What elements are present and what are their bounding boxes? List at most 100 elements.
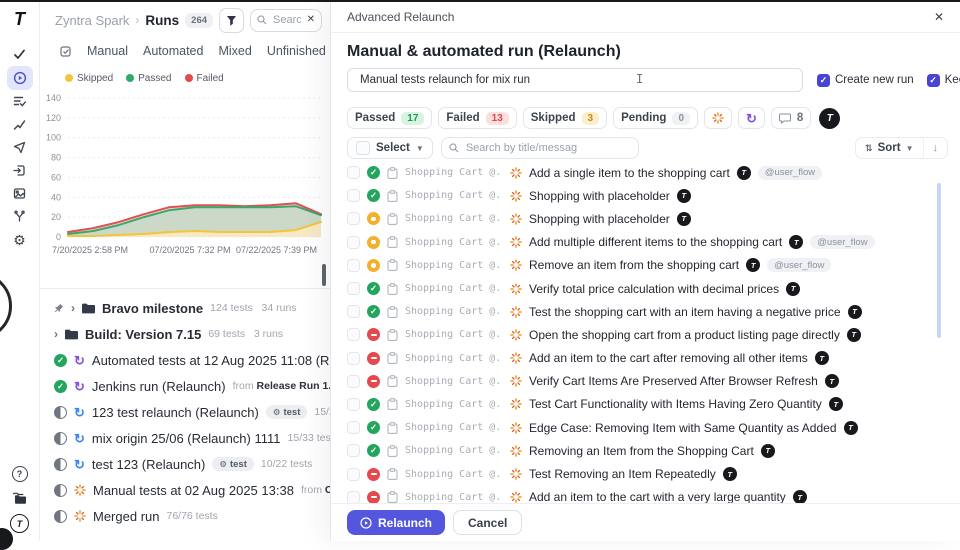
run-title[interactable]: test 123 (Relaunch)	[92, 457, 205, 472]
relaunch-type-chip[interactable]: ↻	[738, 107, 765, 129]
test-row[interactable]: Shopping Cart @... Remove an item from t…	[347, 254, 948, 277]
comments-chip[interactable]: 8	[771, 107, 811, 129]
app-logo[interactable]: T	[14, 9, 25, 31]
run-list-item[interactable]: ↻ test 123 (Relaunch) ⚙test 10/22 tests	[40, 451, 330, 477]
test-row[interactable]: Shopping Cart @... Test Removing an Item…	[347, 462, 948, 485]
test-title[interactable]: Open the shopping cart from a product li…	[529, 328, 840, 342]
test-row[interactable]: Shopping Cart @... Add an item to the ca…	[347, 486, 948, 503]
filter-chip-pending[interactable]: Pending0	[613, 107, 698, 129]
manual-type-chip[interactable]	[704, 107, 732, 129]
test-checkbox[interactable]	[347, 189, 360, 202]
run-list-item[interactable]: ↻ Automated tests at 12 Aug 2025 11:08 (…	[40, 347, 330, 373]
chevron-right-icon[interactable]: ›	[71, 301, 75, 315]
run-title[interactable]: Jenkins run (Relaunch)	[92, 379, 226, 394]
checkbox-checked-icon[interactable]	[927, 74, 940, 87]
test-title[interactable]: Add an item to the cart with a very larg…	[529, 490, 786, 503]
run-title[interactable]: Manual tests at 02 Aug 2025 13:38	[93, 483, 294, 498]
help-icon[interactable]: ?	[7, 462, 33, 485]
run-list-item[interactable]: ↻ mix origin 25/06 (Relaunch) 1111 15/33…	[40, 425, 330, 451]
sort-direction-button[interactable]: ↓	[924, 142, 948, 154]
assignee-avatar[interactable]: T	[819, 108, 840, 129]
test-title[interactable]: Add a single item to the shopping cart	[529, 166, 730, 180]
run-title[interactable]: 123 test relaunch (Relaunch)	[92, 405, 259, 420]
sort-dropdown[interactable]: ⇅ Sort ▼	[856, 138, 923, 158]
test-row[interactable]: Shopping Cart @... Removing an Item from…	[347, 439, 948, 462]
close-icon[interactable]: ✕	[934, 10, 944, 24]
test-title[interactable]: Shopping with placeholder	[529, 212, 670, 226]
test-row[interactable]: Shopping Cart @... Shopping with placeho…	[347, 184, 948, 207]
test-tag-badge[interactable]: @user_flow	[767, 258, 831, 272]
breadcrumb-project[interactable]: Zyntra Spark	[55, 13, 129, 28]
select-dropdown[interactable]: Select ▼	[347, 137, 433, 159]
run-list-item[interactable]: Manual tests at 02 Aug 2025 13:38 from C…	[40, 477, 330, 503]
tests-search[interactable]	[441, 137, 639, 159]
test-row[interactable]: Shopping Cart @... Test Cart Functionali…	[347, 393, 948, 416]
branch-icon[interactable]	[7, 205, 33, 228]
panel-search-input[interactable]	[271, 13, 303, 27]
run-title[interactable]: Build: Version 7.15	[85, 327, 201, 342]
test-title[interactable]: Removing an Item from the Shopping Cart	[529, 444, 754, 458]
list-check-icon[interactable]	[7, 90, 33, 113]
test-row[interactable]: Shopping Cart @... Verify total price ca…	[347, 277, 948, 300]
test-title[interactable]: Test Cart Functionality with Items Havin…	[529, 397, 822, 411]
panel-search[interactable]: ✕	[250, 9, 322, 32]
test-row[interactable]: Shopping Cart @... Edge Case: Removing I…	[347, 416, 948, 439]
test-checkbox[interactable]	[347, 259, 360, 272]
test-checkbox[interactable]	[347, 444, 360, 457]
paper-plane-icon[interactable]	[7, 136, 33, 159]
test-checkbox[interactable]	[347, 282, 360, 295]
tab-manual[interactable]: Manual	[87, 44, 128, 58]
relaunch-button[interactable]: Relaunch	[347, 510, 445, 535]
test-row[interactable]: Shopping Cart @... Verify Cart Items Are…	[347, 370, 948, 393]
test-row[interactable]: Shopping Cart @... Add multiple differen…	[347, 231, 948, 254]
checkbox-empty-icon[interactable]	[356, 141, 370, 155]
test-tag-badge[interactable]: @user_flow	[758, 166, 822, 180]
keep-values-option[interactable]: Keep values ?	[927, 73, 960, 87]
filter-chip-passed[interactable]: Passed17	[347, 107, 432, 129]
runs-play-icon[interactable]	[7, 66, 33, 90]
run-name-input[interactable]	[358, 73, 792, 87]
test-checkbox[interactable]	[347, 236, 360, 249]
run-list-item[interactable]: › Build: Version 7.15 69 tests 3 runs	[40, 321, 330, 347]
run-list-item[interactable]: ↻ Jenkins run (Relaunch) from Release Ru…	[40, 373, 330, 399]
edit-checkbox-icon[interactable]	[60, 45, 72, 57]
test-title[interactable]: Verify total price calculation with deci…	[529, 282, 779, 296]
gear-icon[interactable]: ⚙	[7, 228, 33, 251]
clear-search-icon[interactable]: ✕	[307, 15, 315, 25]
modal-scrollbar[interactable]	[937, 183, 941, 338]
filter-button[interactable]	[219, 8, 244, 33]
test-checkbox[interactable]	[347, 352, 360, 365]
test-checkbox[interactable]	[347, 166, 360, 179]
test-title[interactable]: Test Removing an Item Repeatedly	[529, 467, 716, 481]
run-title[interactable]: mix origin 25/06 (Relaunch) 1111	[92, 431, 281, 446]
chevron-right-icon[interactable]: ›	[54, 327, 58, 341]
run-title[interactable]: Merged run	[93, 509, 159, 524]
test-row[interactable]: Shopping Cart @... Shopping with placeho…	[347, 207, 948, 230]
test-row[interactable]: Shopping Cart @... Open the shopping car…	[347, 323, 948, 346]
test-row[interactable]: Shopping Cart @... Add a single item to …	[347, 161, 948, 184]
create-new-run-option[interactable]: Create new run	[817, 74, 914, 87]
test-row[interactable]: Shopping Cart @... Add an item to the ca…	[347, 347, 948, 370]
cancel-button[interactable]: Cancel	[453, 510, 522, 535]
test-checkbox[interactable]	[347, 468, 360, 481]
test-title[interactable]: Shopping with placeholder	[529, 189, 670, 203]
test-title[interactable]: Remove an item from the shopping cart	[529, 258, 739, 272]
test-checkbox[interactable]	[347, 398, 360, 411]
filter-chip-skipped[interactable]: Skipped3	[523, 107, 607, 129]
run-title[interactable]: Bravo milestone	[102, 301, 203, 316]
breadcrumb-page[interactable]: Runs	[145, 13, 179, 28]
filter-chip-failed[interactable]: Failed13	[438, 107, 516, 129]
test-checkbox[interactable]	[347, 375, 360, 388]
panel-scrollbar[interactable]	[322, 264, 326, 286]
test-checkbox[interactable]	[347, 328, 360, 341]
projects-folder-icon[interactable]	[7, 487, 33, 510]
steps-icon[interactable]	[7, 113, 33, 136]
test-title[interactable]: Verify Cart Items Are Preserved After Br…	[529, 374, 818, 388]
tab-unfinished[interactable]: Unfinished	[267, 44, 326, 58]
run-list-item[interactable]: › Bravo milestone 124 tests 34 runs	[40, 295, 330, 321]
test-checkbox[interactable]	[347, 491, 360, 503]
checkbox-checked-icon[interactable]	[817, 74, 830, 87]
test-checkbox[interactable]	[347, 305, 360, 318]
test-checkbox[interactable]	[347, 421, 360, 434]
test-title[interactable]: Add multiple different items to the shop…	[529, 235, 782, 249]
